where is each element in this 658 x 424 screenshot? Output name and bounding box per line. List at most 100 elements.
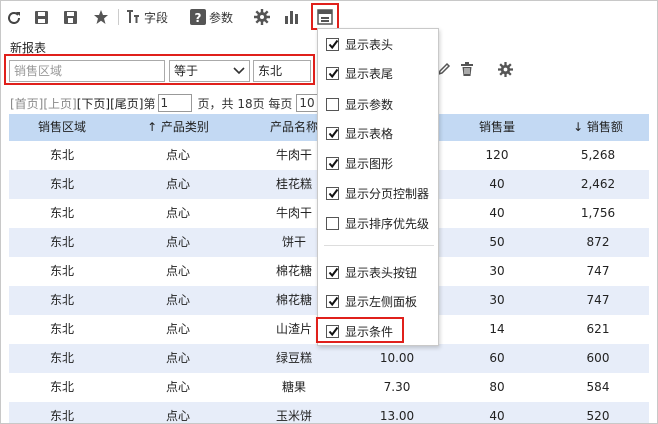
- table-cell: 点心: [165, 380, 190, 394]
- table-row: 东北 点心 糖果 7.30 80 584: [9, 373, 649, 402]
- operator-value: 等于: [174, 64, 199, 78]
- save-as-icon[interactable]: [63, 7, 78, 27]
- header-sales-quantity[interactable]: 销售量: [447, 114, 547, 141]
- checkbox-checked[interactable]: [326, 66, 339, 80]
- fields-button[interactable]: 字段: [125, 7, 168, 27]
- table-cell: 30: [489, 264, 505, 278]
- table-cell: 2,462: [580, 177, 616, 191]
- menu-item[interactable]: 显示排序优先级: [318, 211, 438, 235]
- pager-page-info: 页，共 18页 每页: [197, 96, 293, 111]
- table-cell: 点心: [165, 409, 190, 423]
- table-cell: 1,756: [580, 206, 616, 220]
- chart-bar-icon[interactable]: [284, 7, 300, 27]
- menu-item-label: 显示表尾: [345, 66, 394, 81]
- table-cell: 40: [489, 177, 505, 191]
- menu-item-label: 显示表头按钮: [345, 265, 418, 280]
- menu-item[interactable]: 显示表头: [318, 32, 438, 56]
- layout-settings-highlight: [311, 3, 339, 30]
- menu-item-label: 显示图形: [345, 156, 394, 171]
- report-window: 字段 ? 参数 新报表 销售区域 等于 东北 [首页] [上页] [下页] [尾…: [0, 0, 658, 424]
- table-cell: 80: [489, 380, 505, 394]
- table-row: 东北 点心 绿豆糕 10.00 60 600: [9, 344, 649, 373]
- show-condition-highlight: [316, 317, 404, 343]
- table-cell: 50: [489, 235, 505, 249]
- favorite-star-icon[interactable]: [93, 7, 109, 27]
- menu-item[interactable]: 显示表格: [318, 121, 438, 145]
- table-cell: 5,268: [580, 148, 616, 162]
- table-cell: 糖果: [281, 380, 306, 394]
- checkbox-checked[interactable]: [326, 126, 339, 140]
- menu-item[interactable]: 显示左侧面板: [318, 289, 438, 313]
- table-cell: 点心: [165, 177, 190, 191]
- table-cell: 东北: [49, 380, 74, 394]
- menu-item[interactable]: 显示分页控制器: [318, 181, 438, 205]
- table-cell: 点心: [165, 235, 190, 249]
- menu-divider: [324, 245, 434, 246]
- pager-last-link[interactable]: [尾页]: [110, 95, 143, 112]
- pager: [首页] [上页] [下页] [尾页] 第 1 页，共 18页 每页 10: [10, 94, 332, 112]
- pager-page-input[interactable]: 1: [157, 94, 192, 112]
- table-cell: 40: [489, 206, 505, 220]
- condition-value-input[interactable]: 东北: [253, 60, 311, 82]
- table-cell: 60: [489, 351, 505, 365]
- menu-item[interactable]: 显示表尾: [318, 61, 438, 85]
- fields-label: 字段: [144, 10, 169, 25]
- edit-pencil-icon[interactable]: [437, 62, 451, 79]
- table-cell: 7.30: [383, 380, 411, 394]
- condition-operator-select[interactable]: 等于: [169, 60, 250, 82]
- menu-item[interactable]: 显示参数: [318, 92, 438, 116]
- fields-icon: [127, 10, 139, 23]
- table-cell: 东北: [49, 322, 74, 336]
- settings-gear-icon[interactable]: [254, 7, 270, 27]
- refresh-icon[interactable]: [7, 7, 21, 27]
- condition-field-input[interactable]: 销售区域: [9, 60, 165, 82]
- table-cell: 747: [586, 293, 610, 307]
- checkbox-unchecked[interactable]: [326, 216, 339, 230]
- menu-item-label: 显示表头: [345, 37, 394, 52]
- table-cell: 14: [489, 322, 505, 336]
- pager-page-prefix: 第: [143, 96, 156, 111]
- table-cell: 584: [586, 380, 610, 394]
- table-cell: 东北: [49, 409, 74, 423]
- checkbox-checked[interactable]: [326, 156, 339, 170]
- table-cell: 30: [489, 293, 505, 307]
- checkbox-checked[interactable]: [326, 294, 339, 308]
- pager-prev-link[interactable]: [上页]: [43, 95, 76, 112]
- menu-item[interactable]: 显示图形: [318, 151, 438, 175]
- table-cell: 621: [586, 322, 610, 336]
- header-product-category[interactable]: ↑ 产品类别: [115, 114, 241, 141]
- table-cell: 玉米饼: [275, 409, 312, 423]
- save-icon[interactable]: [34, 7, 49, 27]
- params-button[interactable]: ? 参数: [190, 7, 233, 27]
- table-cell: 600: [586, 351, 610, 365]
- table-cell: 13.00: [379, 409, 415, 423]
- table-cell: 120: [485, 148, 509, 162]
- pager-first-link[interactable]: [首页]: [10, 95, 43, 112]
- table-row: 东北 点心 玉米饼 13.00 40 520: [9, 402, 649, 423]
- menu-item-label: 显示分页控制器: [345, 186, 430, 201]
- header-sales-amount[interactable]: ↓ 销售额: [547, 114, 649, 141]
- table-cell: 40: [489, 409, 505, 423]
- question-icon: ?: [190, 9, 206, 25]
- checkbox-unchecked[interactable]: [326, 97, 339, 111]
- checkbox-checked[interactable]: [326, 186, 339, 200]
- condition-gear-icon[interactable]: [498, 62, 513, 80]
- params-label: 参数: [209, 10, 234, 25]
- header-sales-region[interactable]: 销售区域: [9, 114, 115, 141]
- table-cell: 东北: [49, 293, 74, 307]
- table-cell: 747: [586, 264, 610, 278]
- table-cell: 点心: [165, 264, 190, 278]
- table-cell: 点心: [165, 322, 190, 336]
- pager-next-link[interactable]: [下页]: [77, 95, 110, 112]
- delete-trash-icon[interactable]: [460, 62, 474, 79]
- table-cell: 872: [586, 235, 610, 249]
- table-cell: 东北: [49, 177, 74, 191]
- menu-item-label: 显示表格: [345, 126, 394, 141]
- table-cell: 点心: [165, 293, 190, 307]
- svg-text:?: ?: [195, 11, 202, 25]
- table-cell: 10.00: [379, 351, 415, 365]
- menu-item[interactable]: 显示表头按钮: [318, 260, 438, 284]
- checkbox-checked[interactable]: [326, 37, 339, 51]
- checkbox-checked[interactable]: [326, 265, 339, 279]
- table-cell: 东北: [49, 148, 74, 162]
